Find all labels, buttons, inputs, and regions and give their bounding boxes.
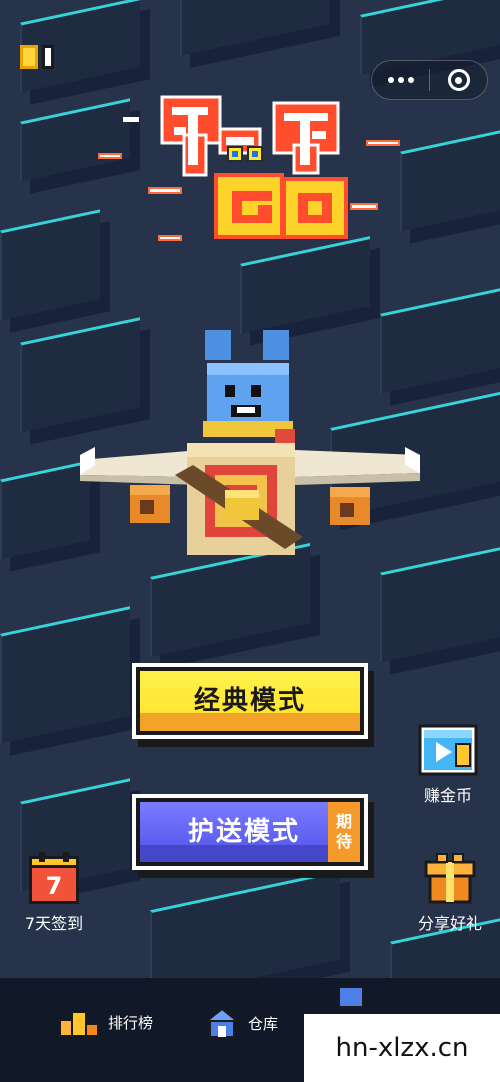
escort-mode-button[interactable]: 护送模式 期 待 xyxy=(136,798,364,866)
badge-text-top: 期 xyxy=(335,812,352,831)
nav-rank-label: 排行榜 xyxy=(108,1013,154,1032)
share-gift-label: 分享好礼 xyxy=(417,914,482,933)
checkin-button[interactable]: 7 7天签到 xyxy=(14,852,94,934)
watermark: hn-xlzx.cn xyxy=(304,1014,500,1082)
coin-indicator xyxy=(20,45,54,69)
close-program-button[interactable] xyxy=(430,69,487,91)
coin-slot-icon xyxy=(42,45,54,69)
player-character xyxy=(80,330,420,555)
checkin-day-number: 7 xyxy=(45,872,63,900)
coin-icon xyxy=(20,45,38,69)
mini-program-capsule xyxy=(371,60,488,100)
video-icon xyxy=(418,724,478,776)
nav-third-icon xyxy=(338,986,364,1008)
podium-icon xyxy=(60,1011,98,1036)
nav-store-label: 仓库 xyxy=(248,1014,279,1033)
house-icon xyxy=(206,1008,238,1038)
more-menu-button[interactable] xyxy=(372,77,429,83)
nav-rank[interactable]: 排行榜 xyxy=(60,1008,153,1036)
badge-text-bottom: 待 xyxy=(335,832,352,851)
escort-mode-label: 护送模式 xyxy=(188,816,301,847)
checkin-label: 7天签到 xyxy=(24,914,84,933)
classic-mode-label: 经典模式 xyxy=(193,685,306,716)
nav-third-item[interactable] xyxy=(338,986,364,1008)
calendar-icon: 7 xyxy=(29,852,79,904)
earn-coins-button[interactable]: 赚金币 xyxy=(410,724,486,806)
earn-coins-label: 赚金币 xyxy=(423,786,472,805)
share-gift-button[interactable]: 分享好礼 xyxy=(408,852,492,934)
nav-store[interactable]: 仓库 xyxy=(206,1008,278,1038)
game-logo xyxy=(98,95,400,241)
target-icon xyxy=(447,69,470,91)
classic-mode-button[interactable]: 经典模式 xyxy=(136,667,364,735)
coming-soon-badge: 期 待 xyxy=(328,802,360,862)
gift-icon xyxy=(424,853,476,904)
